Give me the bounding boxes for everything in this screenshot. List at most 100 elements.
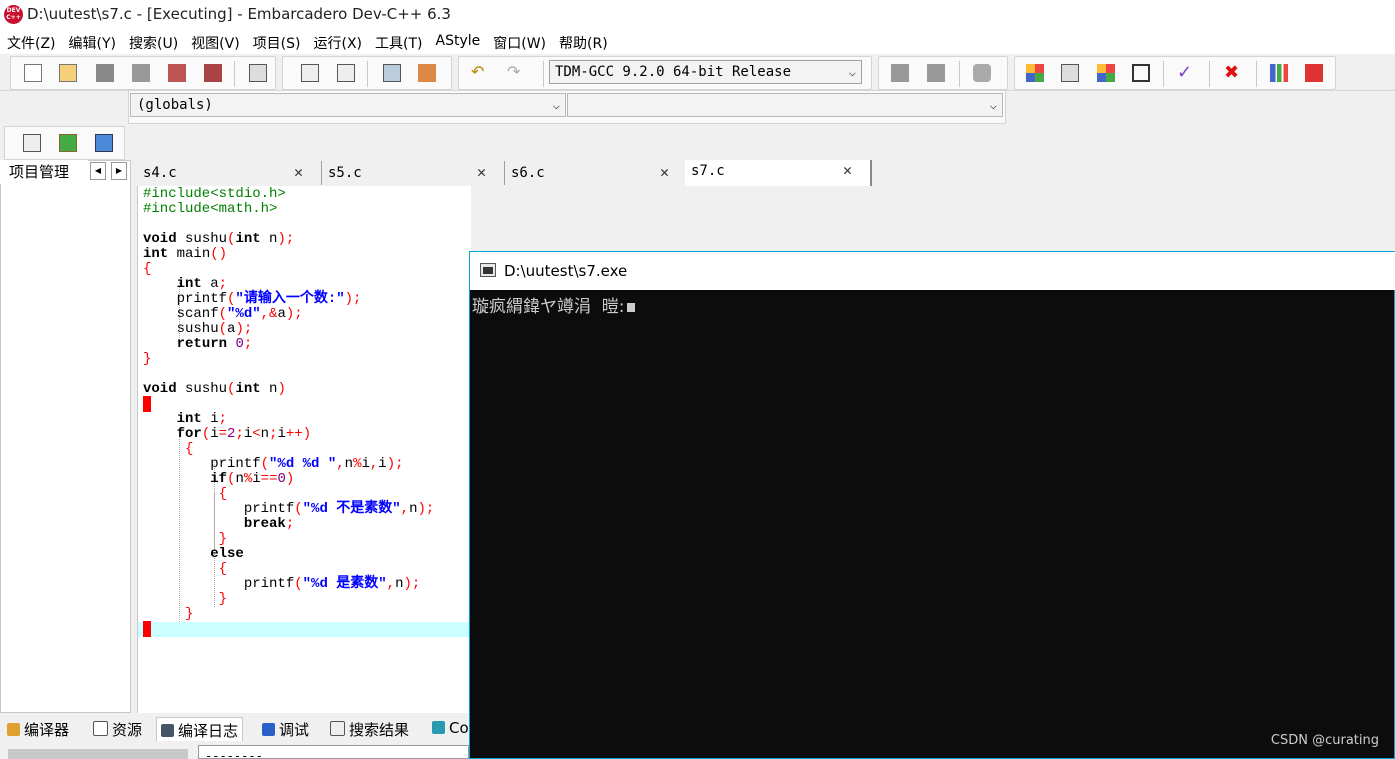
console-title: D:\uutest\s7.exe <box>504 262 628 280</box>
close-icon[interactable]: ✕ <box>843 161 852 179</box>
menu-project[interactable]: 项目(S) <box>253 30 301 54</box>
menu-help[interactable]: 帮助(R) <box>559 30 608 54</box>
run-icon[interactable] <box>1061 64 1079 82</box>
globals-select[interactable]: (globals) ⌵ <box>130 93 566 117</box>
code-line: return 0; <box>176 336 253 352</box>
tab-compile-log[interactable]: 编译日志 <box>156 717 244 741</box>
tab-scroll-right-icon[interactable]: ▶ <box>111 162 127 180</box>
chevron-down-icon: ⌵ <box>989 98 997 112</box>
redo-icon[interactable]: ↷ <box>507 64 525 82</box>
close-icon[interactable]: ✕ <box>294 163 303 181</box>
code-line: printf("%d 不是素数",n); <box>143 501 435 517</box>
new-project-icon[interactable] <box>23 134 41 152</box>
code-line: } <box>218 591 228 607</box>
console-window[interactable]: D:\uutest\s7.exe 璇疯緭鍏ヤ竴涓 暟: CSDN @curati… <box>469 251 1395 759</box>
tab-scroll-left-icon[interactable]: ◀ <box>90 162 106 180</box>
code-editor[interactable]: #include<stdio.h> #include<math.h> void su… <box>137 186 471 713</box>
save-all-icon[interactable] <box>132 64 150 82</box>
compile-run-icon[interactable] <box>1097 64 1115 82</box>
code-line: } <box>143 351 152 367</box>
resource-icon <box>93 721 108 736</box>
tab-label: s4.c <box>143 165 177 181</box>
separator <box>1256 61 1257 87</box>
code-line: scanf("%d",&a); <box>143 306 303 322</box>
add-to-project-icon[interactable] <box>59 134 77 152</box>
bookmark-toggle-icon[interactable] <box>973 64 991 82</box>
profile-icon[interactable] <box>1270 64 1288 82</box>
code-line: { <box>185 441 194 457</box>
tab-s7[interactable]: s7.c ✕ <box>685 160 872 186</box>
tab-search-results[interactable]: 搜索结果 <box>326 717 413 741</box>
editor-tab-strip: s4.c ✕ s5.c ✕ s6.c ✕ s7.c ✕ <box>137 160 1395 186</box>
save-icon[interactable] <box>96 64 114 82</box>
indent-icon[interactable] <box>383 64 401 82</box>
project-panel <box>0 160 131 713</box>
menu-window[interactable]: 窗口(W) <box>493 30 546 54</box>
separator <box>367 61 368 87</box>
menu-run[interactable]: 运行(X) <box>314 30 363 54</box>
menu-search[interactable]: 搜索(U) <box>129 30 178 54</box>
print-icon[interactable] <box>249 64 267 82</box>
tab-label: 编译器 <box>24 721 70 739</box>
code-line: } <box>185 606 194 622</box>
menu-astyle[interactable]: AStyle <box>436 30 481 54</box>
menu-file[interactable]: 文件(Z) <box>7 30 56 54</box>
code-line: else <box>210 546 244 562</box>
delete-profile-icon[interactable] <box>1305 64 1323 82</box>
rebuild-all-icon[interactable] <box>1132 64 1150 82</box>
class-browser-toolbar: (globals) ⌵ ⌵ <box>0 90 1395 124</box>
open-file-icon[interactable] <box>59 64 77 82</box>
tab-label: s6.c <box>511 165 545 181</box>
code-line: sushu(a); <box>143 321 253 337</box>
console-output-text: 璇疯緭鍏ヤ竴涓 暟: <box>472 297 625 317</box>
project-manager-tab[interactable]: 项目管理 <box>0 160 88 184</box>
code-line: printf("%d 是素数",n); <box>143 576 421 592</box>
tab-compiler[interactable]: 编译器 <box>3 717 73 741</box>
code-line: printf("请输入一个数:"); <box>143 291 362 307</box>
close-all-icon[interactable] <box>204 64 222 82</box>
code-line: int a; <box>176 276 228 292</box>
tab-s6[interactable]: s6.c ✕ <box>505 161 688 185</box>
tab-s5[interactable]: s5.c ✕ <box>322 161 505 185</box>
menu-view[interactable]: 视图(V) <box>191 30 240 54</box>
menu-edit[interactable]: 编辑(Y) <box>69 30 116 54</box>
menu-tools[interactable]: 工具(T) <box>375 30 422 54</box>
stop-execution-icon[interactable]: ✖ <box>1224 64 1242 82</box>
current-line-highlight <box>138 622 471 637</box>
code-line: int main() <box>143 246 228 262</box>
tab-console[interactable]: Co <box>428 717 473 741</box>
find-icon[interactable] <box>301 64 319 82</box>
bookmark-prev-icon[interactable] <box>891 64 909 82</box>
compile-icon[interactable] <box>1026 64 1044 82</box>
code-line: #include<stdio.h> <box>143 186 286 202</box>
compiler-select[interactable]: TDM-GCC 9.2.0 64-bit Release ⌵ <box>549 60 862 84</box>
bottom-panel: 编译器 资源 编译日志 调试 搜索结果 Co -------- <box>0 713 469 759</box>
code-line: break; <box>243 516 295 532</box>
console-title-bar[interactable]: D:\uutest\s7.exe <box>470 252 1395 290</box>
tab-label: 调试 <box>279 721 310 739</box>
tab-s4[interactable]: s4.c ✕ <box>137 161 322 185</box>
close-icon[interactable]: ✕ <box>660 163 669 181</box>
tab-label: s7.c <box>691 163 725 179</box>
devcpp-logo-icon: DEV C++ <box>4 5 23 24</box>
find-replace-icon[interactable] <box>337 64 355 82</box>
tab-label: 资源 <box>112 721 143 739</box>
log-icon <box>161 724 174 737</box>
syntax-check-icon[interactable]: ✓ <box>1177 64 1195 82</box>
tab-debug[interactable]: 调试 <box>258 717 313 741</box>
new-file-icon[interactable] <box>24 64 42 82</box>
compile-log-field: -------- <box>198 745 469 759</box>
close-icon[interactable]: ✕ <box>477 163 486 181</box>
close-file-icon[interactable] <box>168 64 186 82</box>
progress-area <box>8 749 188 759</box>
bookmark-toolbar <box>878 56 1008 90</box>
undo-icon[interactable]: ↶ <box>471 64 489 82</box>
bookmark-next-icon[interactable] <box>927 64 945 82</box>
chevron-down-icon: ⌵ <box>552 98 560 112</box>
goto-line-icon[interactable] <box>418 64 436 82</box>
tab-resources[interactable]: 资源 <box>89 717 146 741</box>
globals-select-value: (globals) <box>137 97 213 113</box>
remove-from-project-icon[interactable] <box>95 134 113 152</box>
code-line: { <box>218 486 228 502</box>
members-select[interactable]: ⌵ <box>567 93 1003 117</box>
